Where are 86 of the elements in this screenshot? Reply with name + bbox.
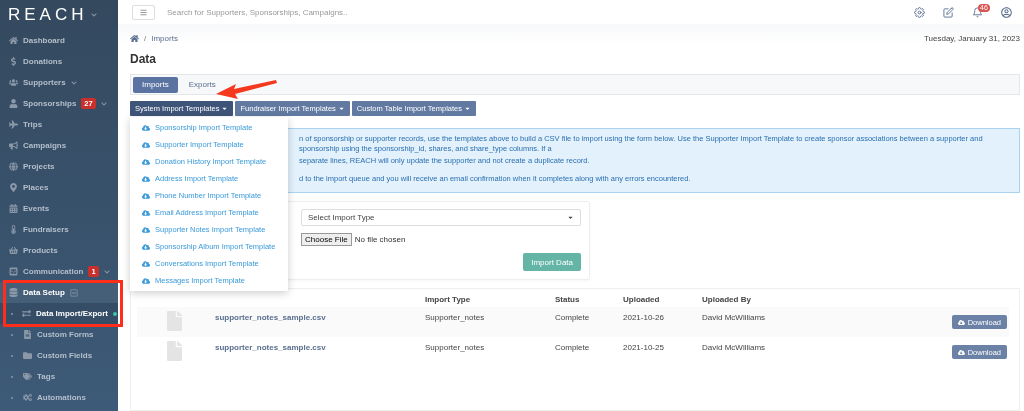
tab[interactable]: Exports: [179, 76, 225, 93]
file-icon: [167, 341, 182, 361]
cloud-download-icon: [142, 191, 150, 200]
chevron-icon: [90, 12, 97, 18]
cloud-download-icon: [142, 140, 150, 149]
cloud-download-icon: [957, 348, 965, 356]
cloud-download-icon: [957, 318, 965, 326]
cloud-download-icon: [142, 208, 150, 217]
user-icon[interactable]: [1001, 6, 1012, 18]
nav-icon: [22, 372, 32, 381]
edit-icon[interactable]: [943, 6, 954, 18]
import-data-button[interactable]: Import Data: [523, 253, 581, 271]
nav-icon: [8, 99, 18, 108]
search-field[interactable]: Search for Supporters, Sponsorships, Campaigns..: [165, 6, 896, 18]
cloud-download-icon: [142, 259, 150, 268]
settings-icon[interactable]: [914, 6, 925, 18]
nav-icon: [8, 246, 18, 255]
table-cell: David McWilliams: [702, 307, 952, 337]
column-header: Uploaded By: [702, 293, 752, 306]
nav-icon: [22, 351, 32, 360]
nav-icon: [8, 78, 18, 87]
nav-icon: [8, 204, 18, 213]
nav-item[interactable]: Donations: [0, 51, 118, 72]
file-link[interactable]: supporter_notes_sample.csv: [215, 313, 326, 322]
chevron-icon: [103, 268, 110, 275]
date-text: Tuesday, January 31, 2023: [923, 33, 1020, 43]
nav-icon: [22, 309, 31, 318]
nav-item[interactable]: Places: [0, 177, 118, 198]
nav-subitem[interactable]: Custom Fields: [0, 345, 118, 366]
nav-subitem[interactable]: Custom Forms: [0, 324, 118, 345]
nav-item[interactable]: Supporters: [0, 72, 118, 93]
breadcrumb-separator: /: [144, 33, 147, 43]
nav-item[interactable]: Events: [0, 198, 118, 219]
cloud-download-icon: [142, 123, 150, 132]
cloud-download-icon: [142, 225, 150, 234]
caret-icon: [567, 214, 574, 221]
chevron-icon: [70, 79, 77, 86]
nav-icon: [22, 330, 32, 339]
breadcrumb-link[interactable]: Imports: [151, 33, 178, 43]
caret-icon: [337, 105, 345, 112]
nav-icon: [8, 36, 18, 45]
menu-icon: [140, 8, 147, 16]
nav-item[interactable]: Dashboard: [0, 30, 118, 51]
nav-subitem[interactable]: Data Import/Export: [0, 303, 118, 324]
active-dot: [113, 311, 117, 316]
table-cell: Supporter_notes: [425, 307, 555, 337]
nav-item[interactable]: Projects: [0, 156, 118, 177]
nav-icon: [8, 57, 18, 66]
table-cell: Complete: [555, 307, 623, 337]
file-link[interactable]: supporter_notes_sample.csv: [215, 343, 326, 352]
column-header: Import Type: [425, 293, 472, 306]
nav-item[interactable]: Trips: [0, 114, 118, 135]
nav-icon: [8, 183, 18, 192]
caret-icon: [464, 105, 471, 112]
nav-subitem[interactable]: Tags: [0, 366, 118, 387]
tab[interactable]: Imports: [133, 76, 178, 93]
nav-item[interactable]: Campaigns: [0, 135, 118, 156]
nav-icon: [8, 267, 18, 276]
nav-icon: [8, 288, 18, 297]
nav-icon: [8, 162, 18, 171]
nav-icon: [8, 225, 18, 234]
choose-file-button[interactable]: Choose File: [301, 233, 352, 246]
cloud-download-icon: [142, 174, 150, 183]
menu-button[interactable]: [132, 4, 155, 20]
cloud-download-icon: [142, 157, 150, 166]
nav-icon: [8, 120, 18, 129]
home-icon[interactable]: [130, 33, 139, 43]
caret-icon: [221, 105, 229, 112]
nav-subitem[interactable]: Automations: [0, 387, 118, 408]
nav-item[interactable]: Data Setup: [0, 282, 118, 303]
nav-item[interactable]: Products: [0, 240, 118, 261]
nav-icon: [22, 393, 32, 402]
collapse-icon: [69, 288, 78, 297]
arrow-annotation: [216, 80, 277, 99]
chevron-icon: [100, 100, 107, 107]
cloud-download-icon: [142, 242, 150, 251]
table-cell: 2021-10-26: [623, 307, 702, 337]
import-type-select[interactable]: Select Import Type: [301, 209, 581, 226]
nav-item[interactable]: Fundraisers: [0, 219, 118, 240]
file-status: No file chosen: [354, 235, 406, 244]
page-title: Data: [130, 52, 157, 66]
column-header: Status: [555, 293, 581, 306]
column-header: Uploaded: [623, 293, 661, 306]
nav-icon: [8, 141, 18, 150]
cloud-download-icon: [142, 276, 150, 285]
logo: REACH: [8, 5, 88, 25]
